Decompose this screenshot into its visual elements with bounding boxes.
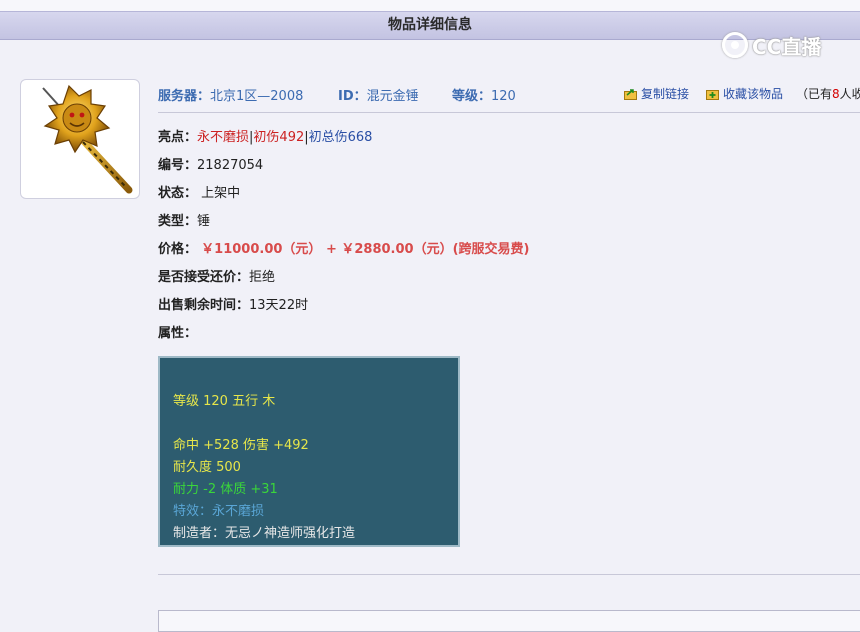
divider bbox=[158, 574, 860, 575]
top-strip bbox=[0, 0, 860, 11]
server-label: 服务器： bbox=[158, 89, 211, 104]
cc-logo-icon bbox=[722, 32, 748, 58]
serial-value: 21827054 bbox=[197, 158, 264, 173]
hammer-icon bbox=[42, 84, 133, 194]
copy-link-button[interactable]: 复制链接 bbox=[624, 85, 689, 102]
level-value: 120 bbox=[491, 89, 516, 104]
attr-level-element: 等级 120 五行 木 bbox=[173, 394, 276, 409]
type-value: 锤 bbox=[197, 214, 211, 229]
id-label: ID： bbox=[338, 89, 367, 104]
item-info-bar: 服务器：北京1区—2008 ID：混元金锤 等级：120 复制链接 收藏该物品 … bbox=[158, 82, 860, 106]
serial-row: 编号：21827054 bbox=[158, 154, 263, 173]
highlight-3: 初总伤668 bbox=[308, 130, 373, 145]
status-label: 状态： bbox=[158, 186, 198, 201]
status-value: 上架中 bbox=[201, 186, 241, 201]
highlight-label: 亮点： bbox=[158, 130, 198, 145]
status-row: 状态： 上架中 bbox=[158, 182, 240, 201]
level-label: 等级： bbox=[452, 89, 492, 104]
highlight-1: 永不磨损 bbox=[197, 130, 250, 145]
fav-prefix: （已有 bbox=[796, 87, 833, 101]
id-info: ID：混元金锤 bbox=[338, 85, 419, 104]
type-label: 类型： bbox=[158, 214, 198, 229]
fav-suffix: 人收藏 bbox=[839, 87, 860, 101]
time-remaining-row: 出售剩余时间：13天22时 bbox=[158, 294, 308, 313]
bargain-label: 是否接受还价： bbox=[158, 270, 250, 285]
id-value: 混元金锤 bbox=[366, 89, 419, 104]
attr-maker: 制造者：无忌ノ神造师强化打造 bbox=[173, 526, 356, 541]
attr-stamina-constitution: 耐力 -2 体质 +31 bbox=[173, 482, 278, 497]
price-value: ￥11000.00（元） + ￥2880.00（元）(跨服交易费) bbox=[201, 242, 530, 257]
server-value: 北京1区—2008 bbox=[210, 89, 304, 104]
item-thumbnail bbox=[20, 79, 140, 199]
favorite-count-note: （已有8人收藏 bbox=[796, 85, 860, 102]
attribute-panel: 等级 120 五行 木 命中 +528 伤害 +492 耐久度 500 耐力 -… bbox=[158, 356, 460, 547]
server-info: 服务器：北京1区—2008 bbox=[158, 85, 303, 104]
attributes-row: 属性： bbox=[158, 322, 197, 341]
copy-link-icon bbox=[624, 89, 637, 100]
attr-special-effect: 特效：永不磨损 bbox=[173, 504, 265, 519]
attr-durability: 耐久度 500 bbox=[173, 460, 241, 475]
fav-count: 8 bbox=[832, 87, 840, 101]
time-remaining-value: 13天22时 bbox=[249, 298, 309, 313]
watermark-text: CC直播 bbox=[752, 34, 822, 59]
attributes-label: 属性： bbox=[158, 326, 198, 341]
bargain-value: 拒绝 bbox=[249, 270, 276, 285]
favorite-button[interactable]: 收藏该物品 bbox=[706, 85, 783, 102]
price-label: 价格： bbox=[158, 242, 198, 257]
copy-link-label: 复制链接 bbox=[641, 87, 690, 101]
bargain-row: 是否接受还价：拒绝 bbox=[158, 266, 275, 285]
type-row: 类型：锤 bbox=[158, 210, 210, 229]
favorite-label: 收藏该物品 bbox=[723, 87, 784, 101]
divider bbox=[158, 112, 860, 113]
highlight-2: 初伤492 bbox=[253, 130, 305, 145]
attr-hit-damage: 命中 +528 伤害 +492 bbox=[173, 438, 309, 453]
favorite-folder-icon bbox=[706, 90, 719, 100]
serial-label: 编号： bbox=[158, 158, 198, 173]
bottom-panel bbox=[158, 610, 860, 632]
cc-live-watermark: CC直播 bbox=[722, 30, 821, 60]
highlight-row: 亮点：永不磨损|初伤492|初总伤668 bbox=[158, 126, 372, 145]
level-info: 等级：120 bbox=[452, 85, 516, 104]
time-remaining-label: 出售剩余时间： bbox=[158, 298, 250, 313]
price-row: 价格： ￥11000.00（元） + ￥2880.00（元）(跨服交易费) bbox=[158, 238, 529, 257]
